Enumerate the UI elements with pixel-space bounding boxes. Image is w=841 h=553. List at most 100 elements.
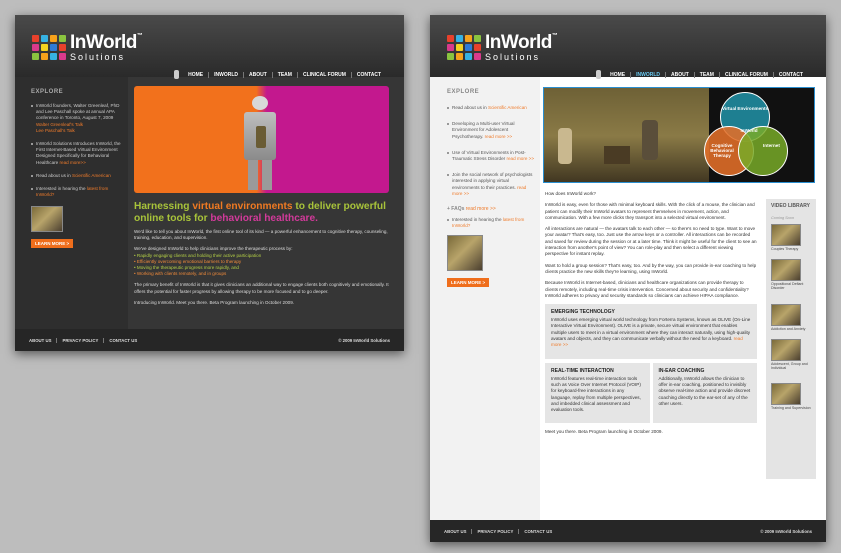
video-thumb-addiction[interactable] — [771, 304, 801, 326]
nav-contact[interactable]: CONTACT — [350, 71, 386, 78]
emerging-technology-box: EMERGING TECHNOLOGY InWorld uses emergin… — [545, 304, 757, 359]
sidebar-item-adolescent: Developing a Multi-user Virtual Environm… — [447, 121, 536, 140]
logo-sub: Solutions — [70, 52, 126, 62]
footer-privacy-link[interactable]: PRIVACY POLICY — [56, 337, 103, 343]
site-footer: ABOUT US PRIVACY POLICY CONTACT US © 200… — [15, 329, 404, 351]
nav-home[interactable]: HOME — [605, 72, 630, 78]
video-label-odd: Oppositional Defiant Disorder — [771, 282, 804, 291]
site-footer: ABOUT US PRIVACY POLICY CONTACT US © 200… — [430, 520, 826, 542]
introduces-read-more[interactable]: read more>> — [60, 160, 86, 165]
sidebar-item-sciam: Read about us in Scientific American — [447, 105, 536, 111]
sciam-link[interactable]: Scientific American — [72, 173, 111, 178]
nav-clinical-forum[interactable]: CLINICAL FORUM — [718, 71, 773, 78]
faqs-block: + FAQs read more >> — [447, 206, 536, 213]
main-content: How does InWorld work? InWorld is easy, … — [545, 191, 757, 441]
nav-team[interactable]: TEAM — [271, 71, 297, 78]
figure-head-icon — [252, 96, 268, 110]
avatar-male-icon — [642, 120, 658, 160]
headline-part1: Harnessing — [134, 201, 190, 212]
ptsd-read-more[interactable]: read more >> — [506, 156, 534, 161]
sciam-link[interactable]: Scientific American — [488, 105, 527, 110]
bullet-item: • Working with clients remotely, and in … — [134, 271, 227, 277]
inworld-logo[interactable]: InWorld™ Solutions — [32, 33, 143, 62]
apa-text: InWorld founders, Walter Greenleaf, PhD … — [36, 103, 120, 121]
faqs-title: + FAQs — [447, 206, 465, 213]
emerging-title: EMERGING TECHNOLOGY — [551, 309, 615, 316]
inworld-page-mockup: InWorld™ Solutions HOME INWORLD ABOUT TE… — [430, 15, 826, 542]
inear-text: Additionally, InWorld allows the clinici… — [658, 375, 751, 406]
nav-inworld[interactable]: INWORLD — [208, 71, 243, 78]
sidebar: EXPLORE InWorld founders, Walter Greenle… — [15, 77, 128, 329]
learn-more-button[interactable]: LEARN MORE > — [31, 239, 74, 249]
hero-image: Virtual Environments Cognitive Behaviora… — [543, 87, 815, 183]
main-nav: HOME INWORLD ABOUT TEAM CLINICAL FORUM C… — [174, 70, 386, 79]
footer-contact-link[interactable]: CONTACT US — [103, 337, 142, 343]
paragraph-internet: Because InWorld is Internet-based, clini… — [545, 280, 749, 298]
video-thumb-couples[interactable] — [771, 224, 801, 246]
video-library-title: VIDEO LIBRARY — [771, 203, 810, 209]
video-label-addiction: Addiction and Anxiety — [771, 327, 806, 331]
realtime-box: REAL-TIME INTERACTION InWorld features r… — [545, 362, 650, 424]
nav-home[interactable]: HOME — [183, 72, 208, 78]
site-header: InWorld™ Solutions HOME INWORLD ABOUT TE… — [430, 15, 826, 79]
logo-mark-icon — [32, 35, 66, 60]
paragraph-easy: InWorld is easy, even for those with min… — [545, 202, 755, 220]
paschall-talk-link[interactable]: Lee Paschall's Talk — [36, 128, 75, 133]
main-nav: HOME INWORLD ABOUT TEAM CLINICAL FORUM C… — [596, 70, 808, 79]
avatar-figure-icon — [256, 126, 266, 148]
video-thumb-training[interactable] — [771, 383, 801, 405]
closing-paragraph: Introducing InWorld. Meet you there. Bet… — [134, 299, 295, 305]
learn-more-button[interactable]: LEARN MORE > — [447, 277, 490, 287]
headline-part2: virtual environments — [192, 201, 293, 212]
sidebar-item-network: Join the social network of psychologists… — [447, 172, 536, 197]
site-header: InWorld™ Solutions HOME INWORLD ABOUT TE… — [15, 15, 404, 79]
inear-title: IN-EAR COACHING — [658, 367, 705, 374]
feature-row: REAL-TIME INTERACTION InWorld features r… — [545, 362, 757, 424]
emerging-text: InWorld uses emerging virtual world tech… — [551, 317, 751, 342]
video-thumbnail[interactable] — [447, 234, 483, 271]
video-thumb-odd[interactable] — [771, 259, 801, 281]
nav-about[interactable]: ABOUT — [665, 71, 694, 78]
faqs-read-more[interactable]: read more >> — [466, 206, 496, 212]
footer-copyright: © 2009 InWorld Solutions — [760, 528, 812, 534]
sidebar: EXPLORE Read about us in Scientific Amer… — [430, 77, 540, 520]
hero-image — [134, 86, 389, 193]
venn-label: Cognitive Behavioral Therapy — [710, 143, 734, 159]
how-heading: How does InWorld work? — [545, 191, 596, 196]
sidebar-item-latest: Interested in hearing the latest from In… — [447, 217, 536, 229]
footer-about-link[interactable]: ABOUT US — [444, 529, 471, 534]
explore-title: EXPLORE — [31, 89, 64, 95]
video-thumbnail[interactable] — [31, 206, 63, 233]
home-figure-icon — [596, 70, 602, 79]
video-label-training: Training and Supervision — [771, 406, 811, 410]
sidebar-item-introduces: InWorld Solutions Introduces InWorld, th… — [31, 141, 121, 166]
nav-team[interactable]: TEAM — [693, 71, 719, 78]
video-thumb-adolescent[interactable] — [771, 339, 801, 361]
greenleaf-talk-link[interactable]: Walter Greenleaf's Talk — [36, 122, 83, 127]
footer-contact-link[interactable]: CONTACT US — [518, 528, 557, 534]
figure-leg-right — [262, 160, 272, 190]
footer-about-link[interactable]: ABOUT US — [29, 338, 56, 343]
inear-box: IN-EAR COACHING Additionally, InWorld al… — [652, 362, 757, 424]
adolescent-read-more[interactable]: read more >> — [485, 134, 513, 139]
sidebar-item-ptsd: Use of Virtual Environments in Post-Trau… — [447, 150, 536, 162]
latest-text: Interested in hearing the — [452, 216, 502, 222]
inworld-logo[interactable]: InWorld™ Solutions — [447, 32, 558, 62]
benefit-list: • Rapidly engaging clients and holding t… — [134, 253, 392, 278]
headline-part5: behavioral healthcare. — [210, 212, 319, 224]
homepage-mockup: InWorld™ Solutions HOME INWORLD ABOUT TE… — [15, 15, 404, 351]
nav-clinical-forum[interactable]: CLINICAL FORUM — [296, 71, 351, 78]
footer-copyright: © 2009 InWorld Solutions — [338, 337, 390, 343]
nav-contact[interactable]: CONTACT — [772, 71, 808, 78]
nav-about[interactable]: ABOUT — [243, 71, 272, 78]
sidebar-item-apa: InWorld founders, Walter Greenleaf, PhD … — [31, 103, 121, 134]
video-label-couples: Couples Therapy — [771, 247, 799, 251]
headline: Harnessing virtual environments to deliv… — [134, 201, 394, 224]
logo-name: InWorld — [485, 32, 552, 53]
logo-tm: ™ — [551, 33, 558, 39]
video-label-adolescent: Adolescent, Group and Individual — [771, 362, 808, 371]
footer-privacy-link[interactable]: PRIVACY POLICY — [471, 528, 518, 534]
headline-part3: to deliver — [295, 201, 341, 212]
explore-title: EXPLORE — [447, 89, 480, 95]
nav-inworld[interactable]: INWORLD — [630, 71, 665, 78]
